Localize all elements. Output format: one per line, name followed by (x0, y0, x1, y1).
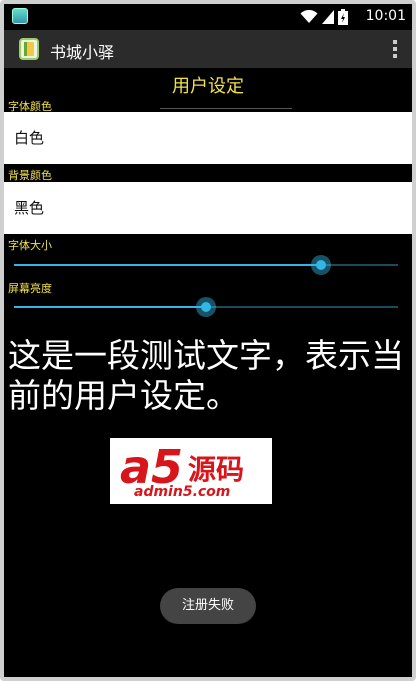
app-book-icon[interactable] (18, 37, 40, 61)
background-color-label: 背景颜色 (8, 169, 52, 182)
settings-content: 用户设定 字体颜色 白色 背景颜色 黑色 字体大小 屏幕亮度 这是一段测试文字，… (4, 68, 412, 677)
battery-icon (338, 9, 348, 25)
overflow-menu-icon[interactable] (392, 39, 398, 59)
page-title: 用户设定 (172, 76, 244, 97)
font-color-field[interactable]: 白色 (4, 112, 412, 164)
logo-url: admin5.com (134, 484, 231, 500)
background-color-field[interactable]: 黑色 (4, 182, 412, 234)
slider-progress (14, 264, 321, 266)
notification-app-icon (12, 8, 28, 24)
toast-message: 注册失败 (160, 588, 256, 624)
slider-thumb[interactable] (311, 255, 331, 275)
action-bar: 书城小驿 (4, 30, 412, 68)
slider-thumb[interactable] (196, 297, 216, 317)
font-size-label: 字体大小 (8, 239, 52, 252)
signal-icon (322, 10, 334, 24)
device-frame: 10:01 书城小驿 用户设定 字体颜色 白色 背景颜色 黑色 字体大小 屏幕亮… (0, 0, 416, 681)
logo-name: 源码 (188, 453, 245, 486)
a5-logo: a5 源码 admin5.com (110, 438, 272, 504)
title-divider (160, 108, 292, 109)
app-title: 书城小驿 (50, 43, 115, 62)
brightness-slider[interactable] (14, 297, 398, 317)
brightness-label: 屏幕亮度 (8, 282, 52, 295)
font-size-slider[interactable] (14, 255, 398, 275)
slider-progress (14, 306, 206, 308)
wifi-icon (300, 10, 318, 23)
status-time: 10:01 (365, 8, 406, 24)
status-bar: 10:01 (4, 4, 412, 30)
sample-text: 这是一段测试文字，表示当前的用户设定。 (8, 336, 404, 415)
